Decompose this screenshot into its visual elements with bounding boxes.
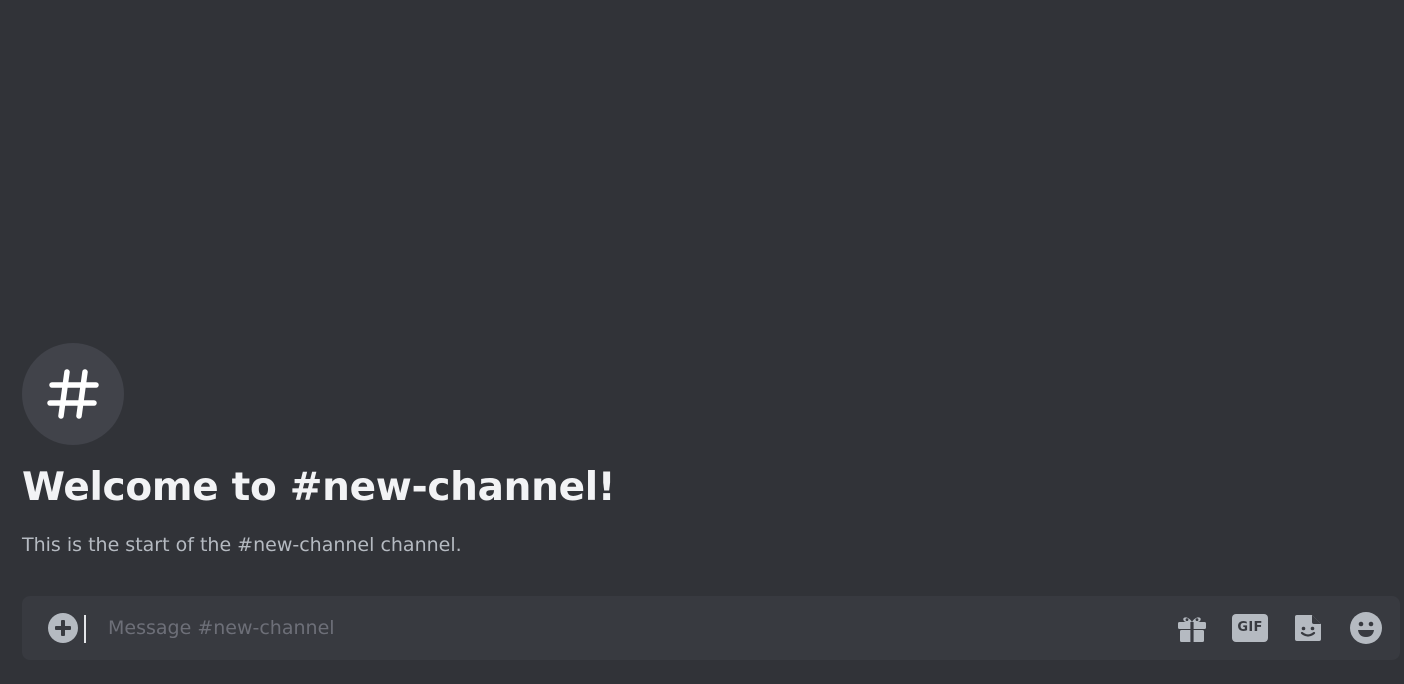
plus-circle-icon[interactable] [48,613,78,643]
channel-avatar [22,343,124,445]
welcome-subtitle: This is the start of the #new-channel ch… [22,534,462,556]
gift-button[interactable] [1174,610,1210,646]
sticker-button[interactable] [1290,610,1326,646]
gif-label: GIF [1232,614,1268,642]
message-composer: GIF [22,596,1400,660]
gif-button[interactable]: GIF [1232,610,1268,646]
welcome-title: Welcome to #new-channel! [22,465,616,510]
emoji-icon [1349,611,1383,645]
emoji-button[interactable] [1348,610,1384,646]
text-caret [84,615,86,643]
sticker-icon [1292,612,1324,644]
composer-toolbar: GIF [1174,610,1384,646]
channel-welcome [22,343,124,445]
channel-view: Welcome to #new-channel! This is the sta… [0,0,1404,684]
hash-icon [45,366,101,422]
message-input[interactable] [106,610,1148,646]
gift-icon [1176,612,1208,644]
